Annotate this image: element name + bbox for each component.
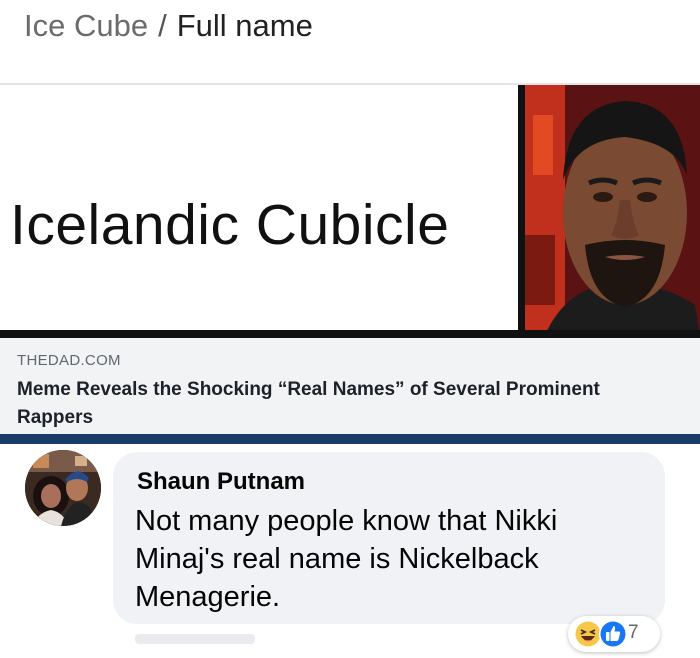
breadcrumb: Ice Cube / Full name	[24, 6, 313, 46]
avatar-photo	[25, 450, 101, 526]
link-domain: THEDAD.COM	[17, 352, 121, 369]
breadcrumb-item-full-name: Full name	[176, 8, 313, 43]
meme-divider	[518, 85, 525, 335]
rapper-photo	[525, 85, 700, 335]
like-icon	[598, 619, 628, 654]
link-preview[interactable]: THEDAD.COM Meme Reveals the Shocking “Re…	[0, 338, 700, 434]
next-comment-fragment	[135, 634, 255, 644]
reaction-summary[interactable]: 7	[568, 616, 660, 652]
comment-text: Not many people know that Nikki Minaj's …	[135, 505, 558, 613]
breadcrumb-bar: Ice Cube / Full name	[0, 0, 700, 82]
shared-meme-image[interactable]: Icelandic Cubicle	[0, 85, 700, 335]
comment-author-name[interactable]: Shaun Putnam	[137, 468, 305, 496]
meme-caption: Icelandic Cubicle	[10, 193, 450, 257]
section-divider	[0, 434, 700, 444]
avatar[interactable]	[25, 450, 101, 526]
link-headline[interactable]: Meme Reveals the Shocking “Real Names” o…	[17, 376, 657, 432]
portrait-illustration	[525, 85, 700, 335]
meme-bottom-border	[0, 330, 700, 338]
breadcrumb-separator: /	[158, 8, 167, 43]
comment-bubble: Shaun Putnam Not many people know that N…	[113, 452, 665, 624]
reaction-count: 7	[628, 622, 639, 643]
breadcrumb-item-ice-cube[interactable]: Ice Cube	[24, 8, 148, 43]
